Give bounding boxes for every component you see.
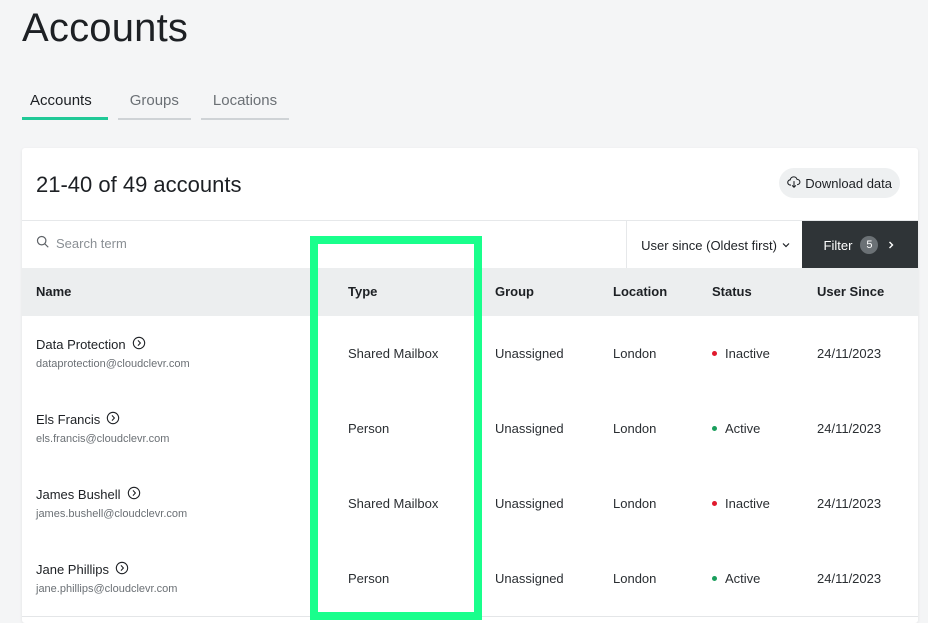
status-dot (712, 576, 717, 581)
status-cell: Active (712, 421, 760, 436)
search-placeholder: Search term (56, 236, 127, 251)
table-toolbar: Search term User since (Oldest first) Fi… (22, 220, 918, 269)
tab-bar: Accounts Groups Locations (22, 92, 299, 120)
account-name[interactable]: Jane Phillips (36, 562, 109, 577)
tab-groups[interactable]: Groups (117, 92, 191, 120)
table-row[interactable]: Data Protection dataprotection@cloudclevr… (22, 316, 918, 392)
location-cell: London (613, 571, 657, 586)
name-line: Jane Phillips (36, 561, 177, 578)
column-header-name[interactable]: Name (36, 284, 71, 299)
info-chevron-icon[interactable] (132, 336, 146, 353)
status-text: Active (725, 571, 761, 586)
filter-button[interactable]: Filter 5 (802, 221, 918, 269)
status-cell: Active (712, 571, 760, 586)
name-cell: James Bushell james.bushell@cloudclevr.co… (36, 486, 187, 520)
account-email: jane.phillips@cloudclevr.com (36, 583, 178, 595)
download-data-label: Download data (805, 175, 892, 191)
type-cell: Person (348, 571, 390, 586)
type-cell: Shared Mailbox (348, 346, 439, 361)
table-row[interactable]: Jane Phillips jane.phillips@cloudclevr.co… (22, 541, 918, 617)
page-title: Accounts (22, 6, 189, 50)
status-text: Inactive (725, 496, 770, 511)
table-row[interactable]: Els Francis els.francis@cloudclevr.com Per… (22, 391, 918, 467)
account-name[interactable]: Els Francis (36, 412, 100, 427)
chevron-down-icon (781, 238, 791, 253)
sort-select[interactable]: User since (Oldest first) (626, 221, 805, 269)
account-email: james.bushell@cloudclevr.com (36, 508, 188, 520)
location-cell: London (613, 496, 657, 511)
user-since-cell: 24/11/2023 (817, 346, 882, 361)
user-since-cell: 24/11/2023 (817, 571, 882, 586)
accounts-card: 21-40 of 49 accounts Download data Searc… (22, 148, 918, 623)
type-cell: Person (348, 421, 390, 436)
accounts-count-title: 21-40 of 49 accounts (36, 172, 242, 197)
search-icon (36, 235, 50, 252)
table-row[interactable]: James Bushell james.bushell@cloudclevr.co… (22, 466, 918, 542)
group-cell: Unassigned (495, 496, 564, 511)
status-text: Active (725, 421, 761, 436)
tab-locations[interactable]: Locations (200, 92, 290, 120)
chevron-right-icon (886, 238, 896, 253)
tab-accounts[interactable]: Accounts (22, 92, 108, 120)
name-cell: Data Protection dataprotection@cloudclevr… (36, 336, 190, 370)
info-chevron-icon[interactable] (106, 411, 120, 428)
search-input[interactable]: Search term (36, 235, 127, 252)
column-header-group[interactable]: Group (495, 284, 534, 299)
group-cell: Unassigned (495, 346, 564, 361)
sort-select-value: User since (Oldest first) (641, 237, 777, 253)
column-header-type[interactable]: Type (348, 284, 377, 299)
name-cell: Jane Phillips jane.phillips@cloudclevr.co… (36, 561, 177, 595)
status-dot (712, 426, 717, 431)
account-email: dataprotection@cloudclevr.com (36, 358, 190, 370)
status-cell: Inactive (712, 346, 770, 361)
account-name[interactable]: James Bushell (36, 487, 121, 502)
column-header-location[interactable]: Location (613, 284, 667, 299)
status-dot (712, 351, 717, 356)
account-name[interactable]: Data Protection (36, 337, 126, 352)
table-header: Name Type Group Location Status User Sin… (22, 268, 918, 316)
card-header: 21-40 of 49 accounts Download data (22, 148, 918, 220)
info-chevron-icon[interactable] (127, 486, 141, 503)
name-cell: Els Francis els.francis@cloudclevr.com (36, 411, 169, 445)
status-dot (712, 501, 717, 506)
filter-label: Filter (823, 237, 853, 253)
group-cell: Unassigned (495, 571, 564, 586)
status-cell: Inactive (712, 496, 770, 511)
account-email: els.francis@cloudclevr.com (36, 433, 170, 445)
info-chevron-icon[interactable] (115, 561, 129, 578)
column-header-user-since[interactable]: User Since (817, 284, 884, 299)
name-line: Data Protection (36, 336, 190, 353)
location-cell: London (613, 346, 657, 361)
location-cell: London (613, 421, 657, 436)
column-header-status[interactable]: Status (712, 284, 752, 299)
download-data-button[interactable]: Download data (779, 168, 900, 198)
type-cell: Shared Mailbox (348, 496, 439, 511)
user-since-cell: 24/11/2023 (817, 496, 882, 511)
name-line: James Bushell (36, 486, 187, 503)
cloud-download-icon (787, 175, 801, 192)
user-since-cell: 24/11/2023 (817, 421, 882, 436)
group-cell: Unassigned (495, 421, 564, 436)
name-line: Els Francis (36, 411, 169, 428)
status-text: Inactive (725, 346, 770, 361)
filter-count-badge: 5 (860, 236, 879, 254)
